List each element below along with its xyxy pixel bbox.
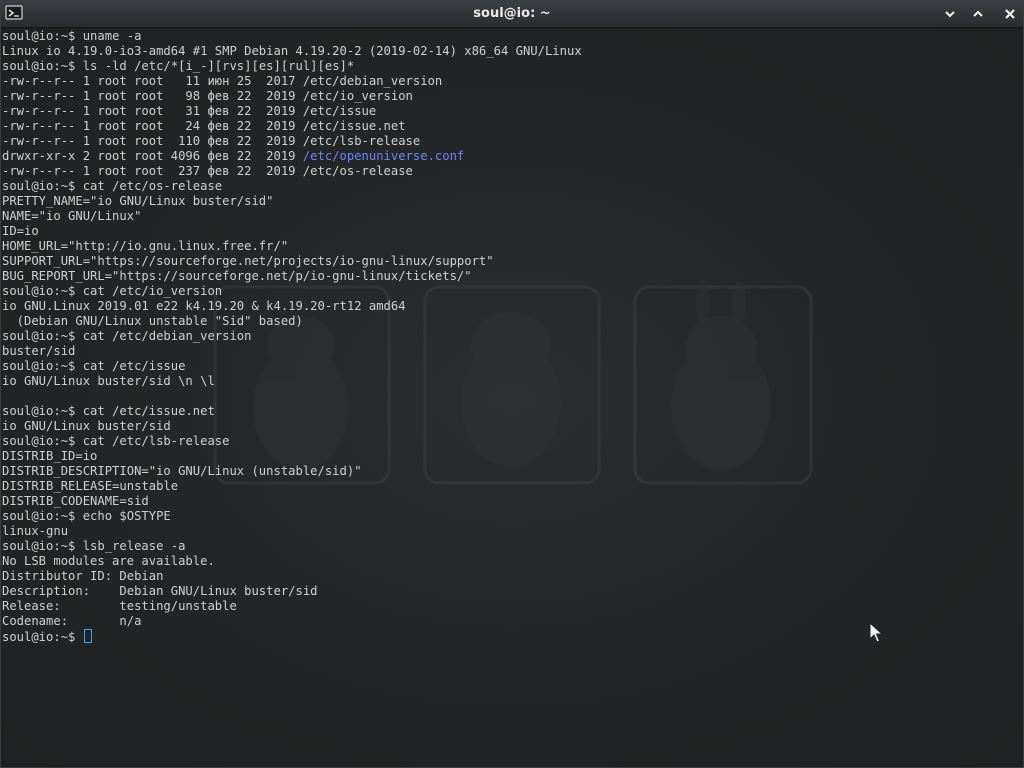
output-line: io GNU/Linux buster/sid \n \l xyxy=(2,374,215,388)
output-line: io GNU.Linux 2019.01 e22 k4.19.20 & k4.1… xyxy=(2,299,406,313)
prompt-line: soul@io:~$ xyxy=(2,629,582,644)
prompt: soul@io:~$ xyxy=(2,179,83,193)
output-line: -rw-r--r-- 1 root root 24 фев 22 2019 /e… xyxy=(2,119,406,133)
command-line: soul@io:~$ cat /etc/os-release xyxy=(2,179,582,194)
terminal-window: soul@io: ~ soul@io:~$ uname -a Linux io … xyxy=(0,0,1024,768)
output-line: -rw-r--r-- 1 root root 98 фев 22 2019 /e… xyxy=(2,89,413,103)
output-line: buster/sid xyxy=(2,344,76,358)
terminal-output: soul@io:~$ uname -a Linux io 4.19.0-io3-a… xyxy=(2,29,582,644)
output-line: BUG_REPORT_URL="https://sourceforge.net/… xyxy=(2,269,472,283)
command-line: soul@io:~$ cat /etc/debian_version xyxy=(2,329,582,344)
output-line: ID=io xyxy=(2,224,39,238)
output-line: Codename: n/a xyxy=(2,614,142,628)
output-line: Distributor ID: Debian xyxy=(2,569,164,583)
output-line: -rw-r--r-- 1 root root 237 фев 22 2019 /… xyxy=(2,164,413,178)
command-text: cat /etc/issue xyxy=(82,359,186,373)
command-line: soul@io:~$ uname -a xyxy=(2,29,582,44)
command-line: soul@io:~$ ls -ld /etc/*[i_-][rvs][es][r… xyxy=(2,59,582,74)
output-line: io GNU/Linux buster/sid xyxy=(2,419,171,433)
output-line: linux-gnu xyxy=(2,524,69,538)
mouse-pointer-icon xyxy=(869,622,883,643)
command-text: cat /etc/issue.net xyxy=(82,404,215,418)
command-line: soul@io:~$ cat /etc/issue.net xyxy=(2,404,582,419)
command-text: cat /etc/io_version xyxy=(82,284,223,298)
prompt: soul@io:~$ xyxy=(2,284,83,298)
command-text: lsb_release -a xyxy=(82,539,186,553)
command-text: uname -a xyxy=(82,29,142,43)
output-text: drwxr-xr-x 2 root root 4096 фев 22 2019 xyxy=(2,149,303,163)
close-icon xyxy=(1005,9,1015,19)
output-line: DISTRIB_DESCRIPTION="io GNU/Linux (unsta… xyxy=(2,464,362,478)
output-line: Linux io 4.19.0-io3-amd64 #1 SMP Debian … xyxy=(2,44,582,58)
command-text: cat /etc/os-release xyxy=(82,179,223,193)
prompt: soul@io:~$ xyxy=(2,404,83,418)
output-line: NAME="io GNU/Linux" xyxy=(2,209,142,223)
terminal-area[interactable]: soul@io:~$ uname -a Linux io 4.19.0-io3-a… xyxy=(1,28,1023,767)
close-button[interactable] xyxy=(999,4,1021,24)
output-line: (Debian GNU/Linux unstable "Sid" based) xyxy=(2,314,303,328)
command-text: ls -ld /etc/*[i_-][rvs][es][rul][es]* xyxy=(82,59,355,73)
prompt: soul@io:~$ xyxy=(2,359,83,373)
output-line: -rw-r--r-- 1 root root 11 июн 25 2017 /e… xyxy=(2,74,443,88)
text-cursor[interactable] xyxy=(83,629,92,643)
output-line: HOME_URL="http://io.gnu.linux.free.fr/" xyxy=(2,239,289,253)
output-line: DISTRIB_CODENAME=sid xyxy=(2,494,149,508)
output-line: SUPPORT_URL="https://sourceforge.net/pro… xyxy=(2,254,494,268)
prompt: soul@io:~$ xyxy=(2,630,83,644)
output-line: -rw-r--r-- 1 root root 31 фев 22 2019 /e… xyxy=(2,104,377,118)
output-line: drwxr-xr-x 2 root root 4096 фев 22 2019 … xyxy=(2,149,582,164)
command-line: soul@io:~$ lsb_release -a xyxy=(2,539,582,554)
maximize-button[interactable] xyxy=(967,4,989,24)
command-line: soul@io:~$ cat /etc/lsb-release xyxy=(2,434,582,449)
title-bar[interactable]: soul@io: ~ xyxy=(1,1,1023,28)
directory-name: /etc/openuniverse.conf xyxy=(302,149,465,163)
output-line: -rw-r--r-- 1 root root 110 фев 22 2019 /… xyxy=(2,134,421,148)
output-line: Release: testing/unstable xyxy=(2,599,237,613)
command-line: soul@io:~$ cat /etc/io_version xyxy=(2,284,582,299)
command-text: cat /etc/lsb-release xyxy=(82,434,230,448)
output-line: PRETTY_NAME="io GNU/Linux buster/sid" xyxy=(2,194,274,208)
command-text: cat /etc/debian_version xyxy=(82,329,252,343)
prompt: soul@io:~$ xyxy=(2,29,83,43)
minimize-icon xyxy=(945,11,955,18)
prompt: soul@io:~$ xyxy=(2,434,83,448)
window-title: soul@io: ~ xyxy=(473,6,551,21)
prompt: soul@io:~$ xyxy=(2,509,83,523)
command-text: echo $OSTYPE xyxy=(82,509,171,523)
output-line: DISTRIB_RELEASE=unstable xyxy=(2,479,179,493)
minimize-button[interactable] xyxy=(939,4,961,24)
prompt: soul@io:~$ xyxy=(2,59,83,73)
command-line: soul@io:~$ cat /etc/issue xyxy=(2,359,582,374)
output-line: Description: Debian GNU/Linux buster/sid xyxy=(2,584,318,598)
prompt: soul@io:~$ xyxy=(2,329,83,343)
maximize-icon xyxy=(973,10,983,17)
output-line: No LSB modules are available. xyxy=(2,554,215,568)
command-line: soul@io:~$ echo $OSTYPE xyxy=(2,509,582,524)
output-line: DISTRIB_ID=io xyxy=(2,449,98,463)
prompt: soul@io:~$ xyxy=(2,539,83,553)
